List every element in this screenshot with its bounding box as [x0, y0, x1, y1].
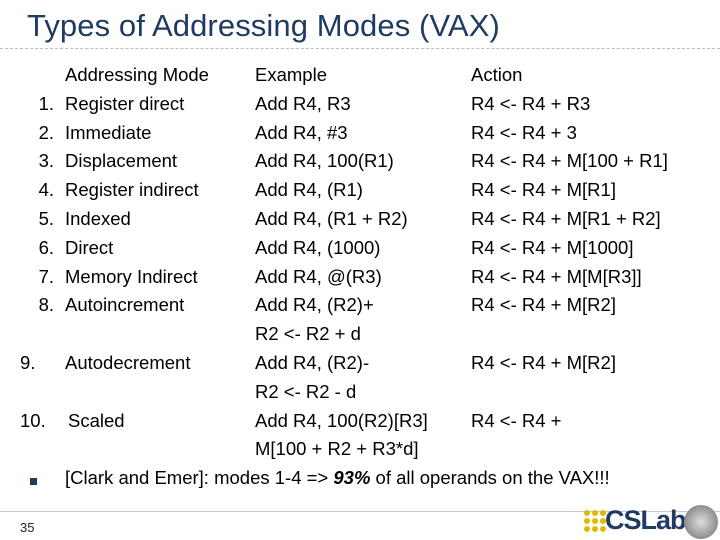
row-mode: Autodecrement — [65, 352, 191, 373]
row-number: 10. — [20, 410, 46, 431]
row-example: Add R4, (R1 + R2) — [255, 208, 408, 229]
row-number: 3. — [38, 150, 54, 171]
row-action: R4 <- R4 + 3 — [471, 122, 577, 143]
row-number: 5. — [38, 208, 54, 229]
header-action: Action — [471, 64, 523, 85]
row-example: Add R4, #3 — [255, 122, 348, 143]
row-action: R4 <- R4 + R3 — [471, 93, 591, 114]
row-action: R4 <- R4 + M[1000] — [471, 237, 634, 258]
row-mode: Immediate — [65, 122, 152, 143]
row-action: R4 <- R4 + M[R2] — [471, 294, 616, 315]
row-example: Add R4, (R2)+ — [255, 294, 374, 315]
row-example: Add R4, (1000) — [255, 237, 381, 258]
row-action: R4 <- R4 + M[R1 + R2] — [471, 208, 661, 229]
row-mode: Direct — [65, 237, 114, 258]
row-number: 8. — [38, 294, 54, 315]
row-action: R4 <- R4 + M[100 + R1] — [471, 150, 668, 171]
row-action: R4 <- R4 + M[M[R3]] — [471, 266, 642, 287]
row-number: 2. — [38, 122, 54, 143]
cslab-logo: CSLab — [605, 505, 687, 535]
page-number: 35 — [20, 520, 35, 535]
row-mode: Indexed — [65, 208, 131, 229]
row-action: R4 <- R4 + M[R2] — [471, 352, 616, 373]
row-mode: Register direct — [65, 93, 185, 114]
row-mode: Register indirect — [65, 179, 199, 200]
row-mode: Displacement — [65, 150, 178, 171]
row-mode: Scaled — [68, 410, 125, 431]
row-example: Add R4, 100(R1) — [255, 150, 394, 171]
row-example: Add R4, (R2)- — [255, 352, 370, 373]
slide-title: Types of Addressing Modes (VAX) — [27, 8, 500, 43]
note-prefix: [Clark and Emer]: modes 1-4 => — [65, 467, 334, 488]
note-suffix: of all operands on the VAX!!! — [370, 467, 610, 488]
row-number: 6. — [38, 237, 54, 258]
row-example-continued: M[100 + R2 + R3*d] — [255, 438, 419, 459]
note-line: [Clark and Emer]: modes 1-4 => 93% of al… — [65, 467, 610, 489]
row-number: 7. — [38, 266, 54, 287]
row-example-continued: R2 <- R2 - d — [255, 381, 357, 402]
row-mode: Autoincrement — [65, 294, 185, 315]
row-example: Add R4, @(R3) — [255, 266, 382, 287]
row-mode: Memory Indirect — [65, 266, 198, 287]
title-divider — [0, 48, 720, 49]
row-number: 1. — [38, 93, 54, 114]
row-number: 4. — [38, 179, 54, 200]
row-action: R4 <- R4 + M[R1] — [471, 179, 616, 200]
row-example: Add R4, (R1) — [255, 179, 363, 200]
bullet-icon — [30, 478, 37, 485]
row-example: Add R4, 100(R2)[R3] — [255, 410, 428, 431]
header-example: Example — [255, 64, 327, 85]
note-emphasis: 93% — [333, 467, 371, 488]
row-action: R4 <- R4 + — [471, 410, 562, 431]
row-example: Add R4, R3 — [255, 93, 351, 114]
header-addressing-mode: Addressing Mode — [65, 64, 209, 85]
university-seal-icon — [684, 505, 718, 539]
row-number: 9. — [20, 352, 36, 373]
row-example-continued: R2 <- R2 + d — [255, 323, 361, 344]
